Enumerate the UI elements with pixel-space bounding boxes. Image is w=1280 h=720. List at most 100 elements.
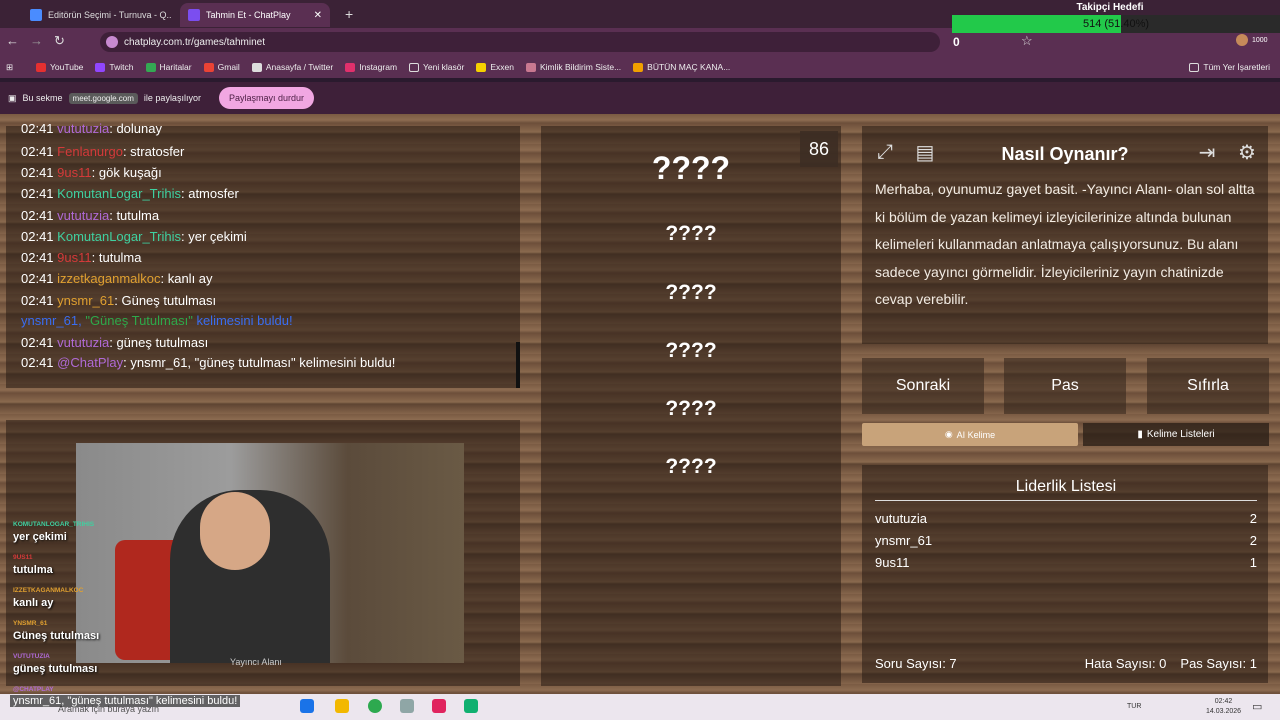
chat-panel: 02:41 vututuzia: dolunay 02:41 Fenlanurgo… [6, 121, 520, 388]
chat-text: : yer çekimi [180, 229, 247, 244]
chat-message: 02:41 KomutanLogar_Trihis: atmosfer [21, 186, 239, 201]
chat-time: 02:41 [21, 335, 54, 350]
chat-text: : tutulma [91, 250, 142, 265]
exit-icon[interactable]: ⇥ [1192, 137, 1222, 167]
chat-time: 02:41 [21, 250, 54, 265]
share-prefix: Bu sekme [22, 93, 63, 103]
gear-icon[interactable]: ⚙ [1232, 137, 1262, 167]
notes-icon[interactable]: ▤ [910, 137, 940, 167]
pass-button[interactable]: Pas [1004, 358, 1126, 414]
how-to-text: Merhaba, oyunumuz gayet basit. -Yayıncı … [875, 181, 1255, 307]
tab-label: Tahmin Et - ChatPlay [206, 10, 291, 20]
app-icon[interactable] [300, 699, 314, 713]
language-indicator[interactable]: TUR [1127, 703, 1141, 710]
url-field[interactable]: chatplay.com.tr/games/tahminet [100, 32, 940, 52]
maps-icon [145, 62, 156, 72]
follower-goal-title: Takipçi Hedefi [1076, 2, 1144, 13]
chat-text: : güneş tutulması [109, 335, 209, 350]
chat-text: : atmosfer [180, 186, 239, 201]
chat-text: : tutulma [109, 208, 160, 223]
chat-time: 02:41 [21, 271, 54, 286]
app-icon[interactable] [432, 699, 446, 713]
player-name: ynsmr_61 [875, 533, 933, 548]
bookmark-gmail[interactable]: Gmail [198, 62, 246, 72]
bookmark-mac-kana[interactable]: BÜTÜN MAÇ KANA... [627, 62, 736, 72]
bookmark-maps[interactable]: Haritalar [140, 62, 198, 72]
share-host: meet.google.com [68, 92, 138, 104]
chat-message: 02:41 ynsmr_61: Güneş tutulması [21, 293, 216, 308]
reset-button[interactable]: Sıfırla [1147, 358, 1269, 414]
new-tab-icon[interactable]: + [345, 6, 353, 22]
overlay-username: IZZETKAGANMALKOC [13, 587, 84, 594]
chat-text: : stratosfer [122, 144, 185, 159]
forward-icon[interactable]: → [30, 33, 43, 48]
overlay-message: Güneş tutulması [13, 630, 100, 642]
reload-icon[interactable]: ↻ [54, 33, 65, 49]
bookmark-label: Yeni klasör [423, 62, 465, 72]
tab-chatplay[interactable]: Tahmin Et - ChatPlay ✕ [180, 3, 330, 27]
twitch-icon [95, 62, 106, 72]
chat-username: ynsmr_61 [57, 293, 115, 308]
streamer-area-caption: Yayıncı Alanı [230, 657, 282, 667]
instagram-icon [345, 62, 356, 72]
bookmark-youtube[interactable]: YouTube [30, 62, 89, 72]
channel-icon [633, 62, 644, 72]
player-score: 1 [1249, 555, 1257, 570]
stop-sharing-button[interactable]: Paylaşmayı durdur [218, 87, 314, 109]
notification-icon[interactable]: ▭ [1252, 700, 1262, 713]
player-score: 2 [1249, 511, 1257, 526]
chat-time: 02:41 [21, 293, 54, 308]
close-icon[interactable]: ✕ [314, 10, 322, 21]
chat-message: 02:41 KomutanLogar_Trihis: yer çekimi [21, 229, 247, 244]
folder-icon[interactable] [335, 699, 349, 713]
bookmark-kimlik[interactable]: Kimlik Bildirim Siste... [520, 62, 627, 72]
bookmark-label: BÜTÜN MAÇ KANA... [647, 62, 731, 72]
overlay-username: YNSMR_61 [13, 620, 48, 627]
chat-message: 02:41 Fenlanurgo: stratosfer [21, 144, 184, 159]
chat-username: vututuzia [57, 208, 110, 223]
apps-icon[interactable]: ⊞ [0, 62, 30, 73]
favicon-icon [30, 9, 42, 21]
chat-scrollbar[interactable] [516, 342, 520, 388]
overlay-message: kanlı ay [13, 597, 54, 609]
chat-time: 02:41 [21, 121, 54, 136]
all-bookmarks[interactable]: Tüm Yer İşaretleri [1183, 62, 1280, 72]
chat-username: 9us11 [57, 250, 92, 265]
app-icon[interactable] [464, 699, 478, 713]
follower-goal-text: 514 (51.40%) [1082, 18, 1150, 30]
fullscreen-icon[interactable]: ⤢ [870, 137, 900, 167]
player-name: 9us11 [875, 555, 910, 570]
bookmark-exxen[interactable]: Exxen [470, 62, 520, 72]
app-icon[interactable] [400, 699, 414, 713]
star-icon[interactable]: ☆ [1021, 33, 1033, 49]
chat-time: 02:41 [21, 144, 54, 159]
site-info-icon[interactable] [106, 36, 118, 48]
overlay-username: VUTUTUZIA [13, 653, 50, 660]
ai-word-button[interactable]: ◉ AI Kelime [862, 423, 1078, 446]
bookmark-folder[interactable]: Yeni klasör [403, 62, 470, 72]
chat-message: 02:41 vututuzia: güneş tutulması [21, 335, 208, 350]
found-rest: kelimesini buldu! [196, 313, 293, 328]
found-user: ynsmr_61, [21, 313, 82, 328]
chat-username: izzetkaganmalkoc [57, 271, 161, 286]
chat-username: Fenlanurgo [57, 144, 123, 159]
avatar[interactable] [1236, 34, 1248, 46]
bookmark-instagram[interactable]: Instagram [339, 62, 403, 72]
word-lists-button[interactable]: ▮ Kelime Listeleri [1083, 423, 1269, 446]
bookmarks-bar: ⊞ YouTube Twitch Haritalar Gmail Anasayf… [0, 56, 1280, 78]
share-suffix: ile paylaşılıyor [143, 93, 201, 103]
bookmark-twitch[interactable]: Twitch [89, 62, 139, 72]
chrome-icon[interactable] [368, 699, 382, 713]
forbidden-word: ???? [665, 281, 717, 304]
stats-row: Soru Sayısı: 7 Hata Sayısı: 0 Pas Sayısı… [875, 656, 1257, 671]
tab-editor-choice[interactable]: Editörün Seçimi - Turnuva - Q... [22, 3, 172, 27]
bookmark-twitter[interactable]: Anasayfa / Twitter [246, 62, 339, 72]
chat-text: : dolunay [109, 121, 162, 136]
next-button[interactable]: Sonraki [862, 358, 984, 414]
chat-message: 02:41 vututuzia: dolunay [21, 121, 162, 136]
share-bar: ▣ Bu sekme meet.google.com ile paylaşılı… [0, 82, 1280, 114]
back-icon[interactable]: ← [6, 33, 19, 48]
clock-date: 14.03.2026 [1206, 708, 1242, 715]
forbidden-word: ???? [665, 455, 717, 478]
question-count: Soru Sayısı: 7 [875, 656, 957, 671]
